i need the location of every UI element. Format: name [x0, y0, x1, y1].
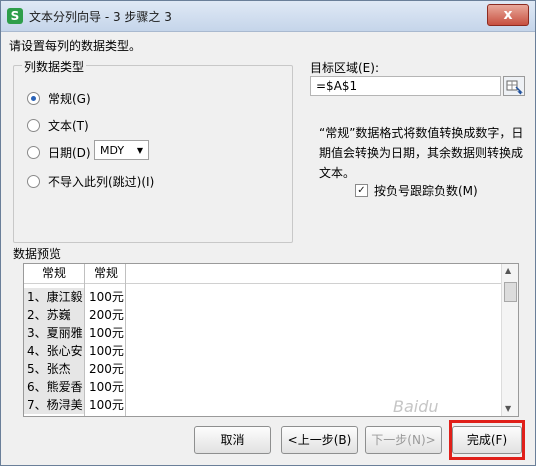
data-preview-label: 数据预览 [11, 245, 64, 262]
next-button[interactable]: 下一步(N)> [365, 426, 442, 454]
radio-button-icon [27, 119, 40, 132]
date-format-select[interactable]: MDY ▼ [94, 140, 149, 160]
watermark-text: Baidu [393, 397, 439, 416]
app-logo-icon: S [7, 8, 23, 24]
column-type-group-label: 列数据类型 [22, 58, 87, 75]
preview-cell-name: 6、熊爱香 [24, 378, 84, 396]
back-button[interactable]: <上一步(B) [281, 426, 358, 454]
preview-cell-amount: 100元 [89, 326, 124, 340]
preview-header: 常规 常规 [24, 264, 502, 284]
preview-cell-name: 7、杨浔美 [24, 396, 84, 414]
preview-header-col-2[interactable]: 常规 [86, 264, 126, 283]
radio-skip-label: 不导入此列(跳过)(I) [48, 175, 155, 189]
table-row: 1、康江毅 100元 [24, 288, 502, 306]
scroll-up-arrow-icon[interactable]: ▲ [505, 266, 511, 275]
preview-vertical-scrollbar[interactable]: ▲ ▼ [501, 264, 518, 416]
preview-cell-amount: 200元 [89, 308, 124, 322]
negative-sign-checkbox[interactable]: ✓ 按负号跟踪负数(M) [355, 182, 478, 199]
close-button[interactable]: x [487, 4, 529, 26]
preview-cell-amount: 200元 [89, 362, 124, 376]
scroll-down-arrow-icon[interactable]: ▼ [505, 404, 511, 413]
radio-text[interactable]: 文本(T) [27, 117, 89, 134]
data-preview-grid[interactable]: 常规 常规 1、康江毅 100元 2、苏巍 200元 3、夏丽雅 100元 4、… [23, 263, 519, 417]
date-format-value: MDY [100, 143, 125, 157]
preview-cell-name: 3、夏丽雅 [24, 324, 84, 342]
preview-cell-amount: 100元 [89, 344, 124, 358]
negative-sign-label: 按负号跟踪负数(M) [374, 184, 478, 198]
range-select-button[interactable] [503, 76, 525, 96]
radio-date-label: 日期(D) [48, 146, 91, 160]
scrollbar-thumb[interactable] [504, 282, 517, 302]
preview-cell-name: 2、苏巍 [24, 306, 84, 324]
destination-label: 目标区域(E): [310, 61, 379, 75]
range-picker-icon [506, 80, 523, 95]
preview-cell-name: 4、张心安 [24, 342, 84, 360]
table-row: 2、苏巍 200元 [24, 306, 502, 324]
title-bar: S 文本分列向导 - 3 步骤之 3 x [1, 1, 535, 32]
window-title: 文本分列向导 - 3 步骤之 3 [29, 10, 172, 24]
chevron-down-icon: ▼ [136, 145, 143, 155]
preview-header-col-1[interactable]: 常规 [24, 264, 84, 283]
radio-general[interactable]: 常规(G) [27, 90, 91, 107]
checkmark-icon: ✓ [355, 184, 368, 197]
radio-skip[interactable]: 不导入此列(跳过)(I) [27, 173, 154, 190]
table-row: 4、张心安 100元 [24, 342, 502, 360]
preview-cell-name: 5、张杰 [24, 360, 84, 378]
radio-general-label: 常规(G) [48, 92, 91, 106]
preview-cell-amount: 100元 [89, 380, 124, 394]
preview-cell-amount: 100元 [89, 398, 124, 412]
radio-date[interactable]: 日期(D) [27, 144, 91, 161]
preview-cell-amount: 100元 [89, 290, 124, 304]
instruction-text: 请设置每列的数据类型。 [9, 39, 142, 53]
table-row: 3、夏丽雅 100元 [24, 324, 502, 342]
table-row: 5、张杰 200元 [24, 360, 502, 378]
radio-button-icon [27, 146, 40, 159]
table-row: 6、熊爱香 100元 [24, 378, 502, 396]
radio-button-icon [27, 175, 40, 188]
finish-highlight-box [449, 420, 525, 460]
format-description: “常规”数据格式将数值转换成数字，日期值会转换为日期，其余数据则转换成文本。 [319, 126, 524, 180]
radio-text-label: 文本(T) [48, 119, 89, 133]
destination-input[interactable]: =$A$1 [310, 76, 501, 96]
cancel-button[interactable]: 取消 [194, 426, 271, 454]
radio-button-icon [27, 92, 40, 105]
text-to-columns-dialog: S 文本分列向导 - 3 步骤之 3 x 请设置每列的数据类型。 列数据类型 常… [0, 0, 536, 466]
preview-cell-name: 1、康江毅 [24, 288, 84, 306]
